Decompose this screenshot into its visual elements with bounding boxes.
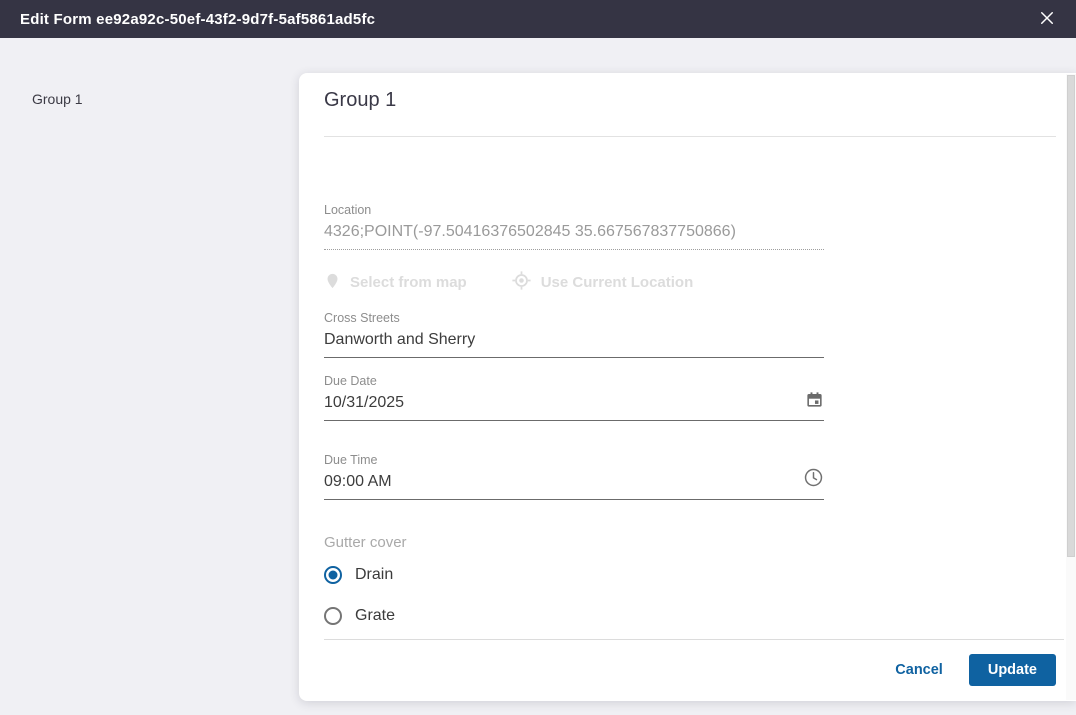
cancel-button[interactable]: Cancel — [895, 662, 943, 678]
clock-icon[interactable] — [803, 467, 824, 493]
title-divider — [324, 136, 1056, 137]
due-time-field: Due Time — [324, 453, 824, 500]
footer-divider — [324, 639, 1064, 640]
cross-streets-input[interactable] — [324, 331, 824, 358]
radio-selected-icon[interactable] — [324, 566, 342, 584]
close-icon — [1038, 9, 1056, 30]
due-date-field: Due Date — [324, 374, 824, 421]
due-time-label: Due Time — [324, 453, 378, 467]
select-from-map-label: Select from map — [350, 274, 467, 291]
edit-form-modal: Edit Form ee92a92c-50ef-43f2-9d7f-5af586… — [0, 0, 1076, 715]
cross-streets-label: Cross Streets — [324, 311, 400, 325]
panel-scrollbar[interactable] — [1066, 74, 1076, 700]
radio-option-grate[interactable]: Grate — [324, 607, 407, 625]
modal-title: Edit Form ee92a92c-50ef-43f2-9d7f-5af586… — [20, 10, 376, 28]
map-actions: Select from map Use Current Location — [324, 270, 693, 295]
footer-actions: Cancel Update — [895, 654, 1056, 686]
sidebar-item-group-1[interactable]: Group 1 — [32, 91, 83, 107]
select-from-map-button[interactable]: Select from map — [324, 270, 467, 295]
due-date-label: Due Date — [324, 374, 377, 388]
radio-option-drain[interactable]: Drain — [324, 566, 407, 584]
radio-unselected-icon[interactable] — [324, 607, 342, 625]
crosshair-target-icon — [511, 270, 532, 295]
use-current-location-button[interactable]: Use Current Location — [511, 270, 694, 295]
location-pin-icon — [324, 271, 341, 295]
form-panel: Group 1 Location Select from map — [299, 73, 1076, 701]
due-time-input[interactable] — [324, 473, 824, 500]
scrollbar-thumb[interactable] — [1067, 75, 1075, 557]
calendar-icon[interactable] — [805, 390, 824, 414]
panel-title: Group 1 — [324, 89, 397, 111]
close-button[interactable] — [1034, 6, 1060, 32]
gutter-cover-label: Gutter cover — [324, 534, 407, 551]
location-label: Location — [324, 203, 372, 217]
location-field: Location — [324, 203, 824, 250]
radio-option-label: Drain — [355, 566, 394, 583]
update-button[interactable]: Update — [968, 654, 1056, 686]
use-current-location-label: Use Current Location — [540, 274, 694, 291]
radio-option-label: Grate — [355, 607, 396, 624]
due-date-input[interactable] — [324, 394, 824, 421]
modal-header: Edit Form ee92a92c-50ef-43f2-9d7f-5af586… — [0, 0, 1076, 38]
location-input — [324, 223, 824, 250]
gutter-cover-group: Gutter cover Drain Grate — [324, 534, 407, 648]
cross-streets-field: Cross Streets — [324, 311, 824, 358]
